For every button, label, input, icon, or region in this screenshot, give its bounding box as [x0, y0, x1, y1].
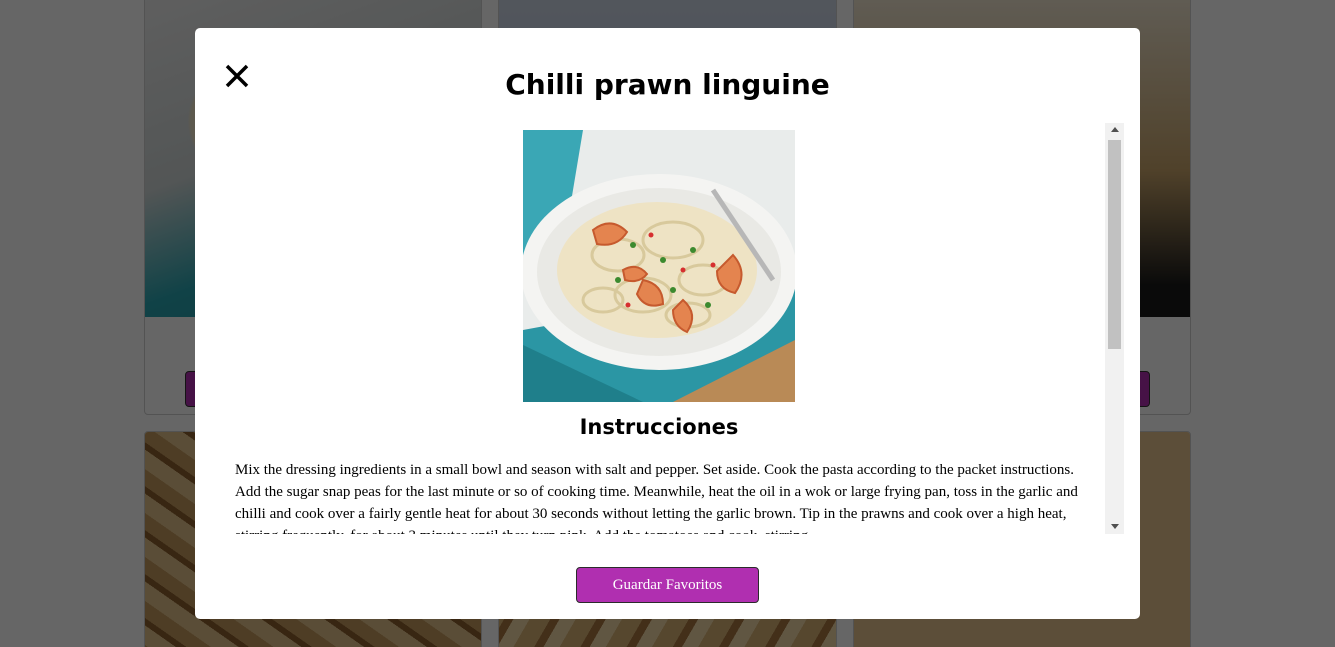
scroll-down-arrow-icon[interactable]: [1105, 520, 1124, 534]
scroll-up-arrow-icon[interactable]: [1105, 123, 1124, 137]
recipe-title: Chilli prawn linguine: [505, 68, 830, 101]
instructions-text: Mix the dressing ingredients in a small …: [235, 462, 1078, 534]
recipe-image: [523, 130, 795, 402]
save-favorites-button[interactable]: Guardar Favoritos: [576, 567, 759, 603]
pasta-dish-image: [523, 130, 795, 402]
vertical-scrollbar[interactable]: [1105, 123, 1124, 534]
scrollbar-thumb[interactable]: [1108, 140, 1121, 349]
recipe-scroll-area[interactable]: Instrucciones Mix the dressing ingredien…: [225, 123, 1124, 534]
recipe-modal: Chilli prawn linguine Instrucciones Mix …: [195, 28, 1140, 619]
instructions-heading: Instrucciones: [579, 415, 739, 439]
